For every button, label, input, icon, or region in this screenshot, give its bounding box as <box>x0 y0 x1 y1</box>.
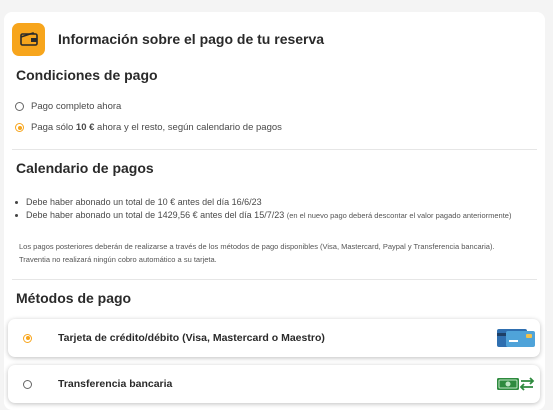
payment-info-card: Información sobre el pago de tu reserva … <box>4 12 545 410</box>
divider <box>12 149 537 150</box>
wallet-icon <box>12 22 45 56</box>
schedule-item: Debe haber abonado un total de 10 € ante… <box>12 196 527 209</box>
conditions-title: Condiciones de pago <box>16 67 158 83</box>
radio-partial-payment[interactable] <box>15 123 24 132</box>
method-bank-transfer[interactable]: Transferencia bancaria <box>8 365 540 403</box>
card-header: Información sobre el pago de tu reserva <box>12 22 324 56</box>
option-partial-payment-label: Paga sólo 10 € ahora y el resto, según c… <box>31 122 282 133</box>
option-full-payment[interactable]: Pago completo ahora <box>15 101 121 112</box>
schedule-item: Debe haber abonado un total de 1429,56 €… <box>12 209 527 223</box>
radio-full-payment[interactable] <box>15 102 24 111</box>
credit-cards-icon <box>496 328 536 353</box>
divider <box>12 279 537 280</box>
method-bank-transfer-label: Transferencia bancaria <box>58 378 173 390</box>
radio-credit-card[interactable] <box>23 333 32 343</box>
partial-amount: 10 € <box>75 122 95 133</box>
schedule-disclaimer: Los pagos posteriores deberán de realiza… <box>19 242 495 264</box>
option-partial-payment[interactable]: Paga sólo 10 € ahora y el resto, según c… <box>15 122 282 133</box>
method-credit-card[interactable]: Tarjeta de crédito/débito (Visa, Masterc… <box>8 319 540 357</box>
page-title: Información sobre el pago de tu reserva <box>58 31 325 47</box>
schedule-list: Debe haber abonado un total de 10 € ante… <box>12 196 527 222</box>
option-full-payment-label: Pago completo ahora <box>31 101 122 112</box>
schedule-title: Calendario de pagos <box>16 160 154 176</box>
radio-bank-transfer[interactable] <box>23 379 32 389</box>
method-credit-card-label: Tarjeta de crédito/débito (Visa, Masterc… <box>58 332 325 344</box>
methods-title: Métodos de pago <box>16 290 132 306</box>
bank-transfer-icon <box>496 374 536 399</box>
